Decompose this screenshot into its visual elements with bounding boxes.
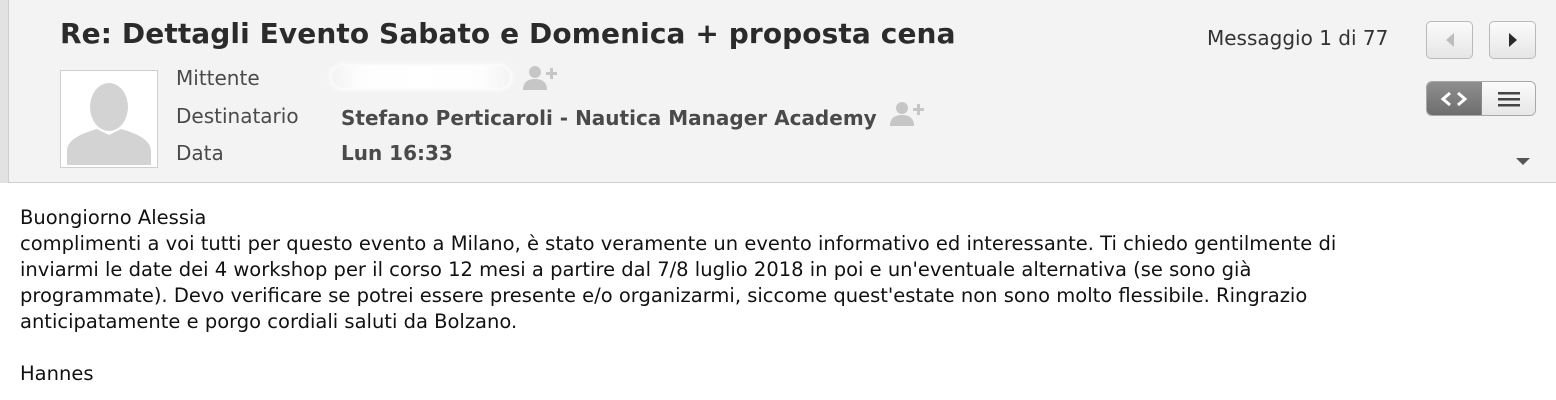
add-contact-icon[interactable] xyxy=(889,100,925,128)
left-border xyxy=(0,0,9,183)
to-label: Destinatario xyxy=(176,104,299,128)
chevron-down-icon[interactable] xyxy=(1514,155,1532,167)
recipient-name[interactable]: Stefano Perticaroli - Nautica Manager Ac… xyxy=(341,106,877,130)
greeting-line: Buongiorno Alessia xyxy=(20,206,207,229)
triangle-right-icon xyxy=(1508,33,1517,47)
from-label: Mittente xyxy=(176,66,260,90)
next-message-button[interactable] xyxy=(1489,21,1536,59)
sender-avatar xyxy=(60,70,158,168)
body-line: inviarmi le date dei 4 workshop per il c… xyxy=(20,258,1252,281)
person-placeholder-icon xyxy=(67,83,151,165)
triangle-left-icon xyxy=(1445,33,1454,47)
body-line: complimenti a voi tutti per questo event… xyxy=(20,232,1337,255)
message-counter: Messaggio 1 di 77 xyxy=(1207,26,1389,50)
body-line: anticipatamente e porgo cordiali saluti … xyxy=(20,310,518,333)
message-body: Buongiorno Alessia complimenti a voi tut… xyxy=(20,205,1540,387)
date-value: Lun 16:33 xyxy=(341,141,453,165)
previous-message-button[interactable] xyxy=(1426,21,1473,59)
source-view-button[interactable] xyxy=(1427,82,1482,115)
redacted-sender xyxy=(332,66,510,88)
view-mode-toggle xyxy=(1426,81,1536,116)
message-subject: Re: Dettagli Evento Sabato e Domenica + … xyxy=(60,17,956,50)
signature: Hannes xyxy=(20,362,94,385)
message-header: Re: Dettagli Evento Sabato e Domenica + … xyxy=(0,0,1556,183)
plain-view-button[interactable] xyxy=(1482,82,1535,115)
date-label: Data xyxy=(176,141,224,165)
code-brackets-icon xyxy=(1440,91,1468,106)
lines-icon xyxy=(1497,91,1520,106)
body-line: programmate). Devo verificare se potrei … xyxy=(20,284,1308,307)
add-contact-icon[interactable] xyxy=(522,64,558,92)
